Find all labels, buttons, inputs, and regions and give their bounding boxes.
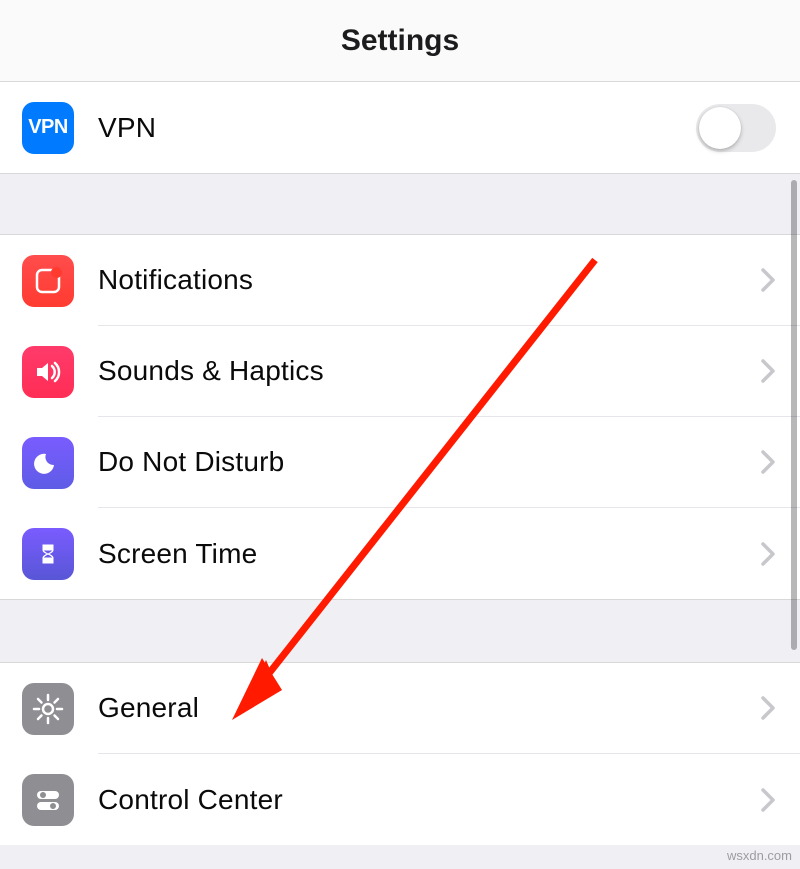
row-sounds[interactable]: Sounds & Haptics [0, 326, 800, 417]
notifications-icon [22, 255, 74, 307]
vpn-icon: VPN [22, 102, 74, 154]
chevron-right-icon [760, 787, 776, 813]
chevron-right-icon [760, 358, 776, 384]
screentime-icon [22, 528, 74, 580]
row-controlcenter[interactable]: Control Center [0, 754, 800, 845]
row-label-notifications: Notifications [98, 264, 750, 296]
dnd-icon [22, 437, 74, 489]
vpn-icon-text: VPN [28, 116, 68, 139]
sounds-icon [22, 346, 74, 398]
row-label-vpn: VPN [98, 112, 696, 144]
settings-group-vpn: VPN VPN [0, 82, 800, 174]
row-notifications[interactable]: Notifications [0, 235, 800, 326]
chevron-right-icon [760, 541, 776, 567]
chevron-right-icon [760, 449, 776, 475]
chevron-right-icon [760, 695, 776, 721]
controlcenter-icon [22, 774, 74, 826]
section-spacer [0, 600, 800, 662]
row-screentime[interactable]: Screen Time [0, 508, 800, 599]
row-general[interactable]: General [0, 663, 800, 754]
row-label-general: General [98, 692, 750, 724]
row-label-controlcenter: Control Center [98, 784, 750, 816]
row-dnd[interactable]: Do Not Disturb [0, 417, 800, 508]
navigation-bar: Settings [0, 0, 800, 82]
general-icon [22, 683, 74, 735]
page-title: Settings [341, 24, 459, 58]
chevron-right-icon [760, 267, 776, 293]
row-label-sounds: Sounds & Haptics [98, 355, 750, 387]
row-label-screentime: Screen Time [98, 538, 750, 570]
section-spacer [0, 174, 800, 234]
row-label-dnd: Do Not Disturb [98, 446, 750, 478]
settings-group-notifications: Notifications Sounds & Haptics Do Not Di… [0, 234, 800, 600]
vpn-toggle-knob [699, 107, 741, 149]
vpn-toggle[interactable] [696, 104, 776, 152]
watermark: wsxdn.com [727, 848, 792, 863]
settings-group-general: General Control Center [0, 662, 800, 845]
row-vpn[interactable]: VPN VPN [0, 82, 800, 173]
scrollbar[interactable] [791, 180, 797, 650]
